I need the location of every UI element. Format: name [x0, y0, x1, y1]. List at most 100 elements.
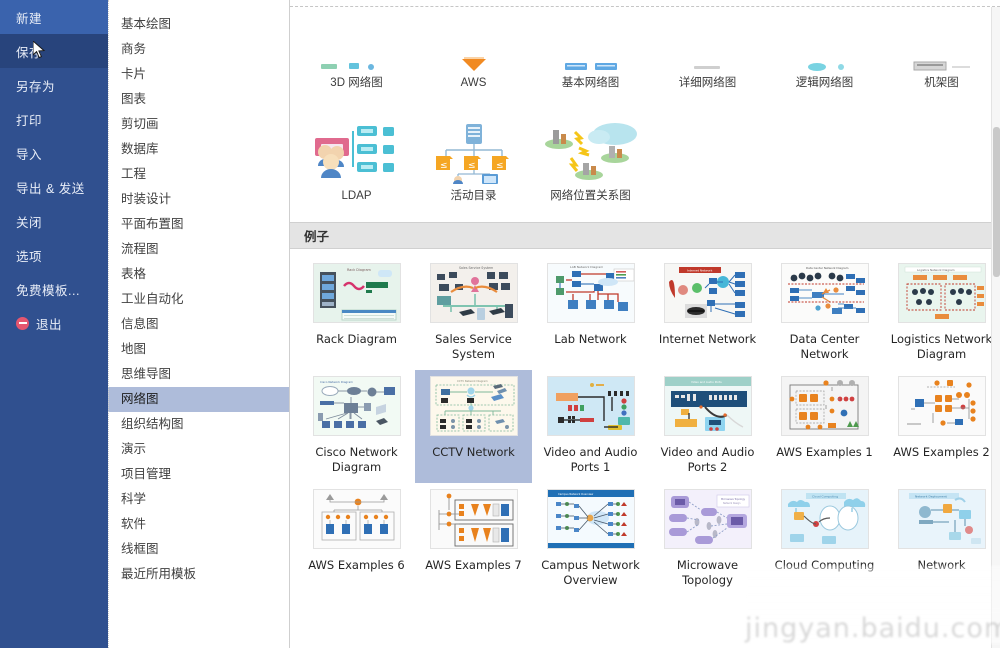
- category-label: 时装设计: [121, 192, 172, 206]
- category-item-engineering[interactable]: 工程: [108, 162, 289, 187]
- sales-service-system-thumb-icon: Sales Service System: [430, 264, 517, 322]
- category-item-org-chart[interactable]: 组织结构图: [108, 412, 289, 437]
- category-item-mind-map[interactable]: 思维导图: [108, 362, 289, 387]
- template-label: 逻辑网络图: [795, 77, 854, 89]
- category-label: 剪切画: [121, 117, 159, 131]
- example-label: Data Center Network: [789, 332, 860, 361]
- template-logical-network-diagram[interactable]: 逻辑网络图: [766, 7, 883, 100]
- category-item-industrial-automation[interactable]: 工业自动化: [108, 287, 289, 312]
- category-label: 工程: [121, 167, 147, 181]
- template-active-directory[interactable]: ≤ ≤ ≤ 活动目录: [415, 114, 532, 213]
- template-ldap[interactable]: LDAP: [298, 114, 415, 213]
- svg-text:Sales Service System: Sales Service System: [459, 266, 493, 270]
- lab-network-thumb-icon: LAB Network Diagram: [547, 264, 634, 322]
- category-item-map[interactable]: 地图: [108, 337, 289, 362]
- category-item-presentation[interactable]: 演示: [108, 437, 289, 462]
- sidebar-item-exit[interactable]: 退出: [0, 306, 108, 340]
- example-card[interactable]: Video and Audio Ports Video and Audio Po…: [649, 370, 766, 483]
- sidebar-item-label: 关闭: [16, 215, 43, 230]
- example-card[interactable]: Logistics Network Diagram Logistics Netw…: [883, 257, 1000, 370]
- example-card[interactable]: Video and Audio Ports 1: [532, 370, 649, 483]
- example-thumbnail: Campus Network Overview: [546, 489, 635, 549]
- sidebar-item-close[interactable]: 关闭: [0, 204, 108, 238]
- category-item-infographic[interactable]: 信息图: [108, 312, 289, 337]
- template-row-second: LDAP ≤ ≤ ≤ 活动目录 网络位置关系图: [290, 100, 1000, 213]
- sidebar-item-save[interactable]: 保存: [0, 34, 108, 68]
- sidebar-item-label: 新建: [16, 11, 43, 26]
- template-basic-network-diagram[interactable]: 基本网络图: [532, 7, 649, 100]
- example-card[interactable]: Internet Network Internet Network: [649, 257, 766, 370]
- category-item-basic-drawing[interactable]: 基本绘图: [108, 12, 289, 37]
- example-card[interactable]: AWS Examples 1: [766, 370, 883, 483]
- category-item-clipart[interactable]: 剪切画: [108, 112, 289, 137]
- example-label: Video and Audio Ports 2: [660, 445, 755, 474]
- example-card[interactable]: Campus Network Overview Campus Network O…: [532, 483, 649, 596]
- category-item-project-management[interactable]: 项目管理: [108, 462, 289, 487]
- example-card[interactable]: AWS Examples 6: [298, 483, 415, 596]
- example-label: Cloud Computing: [774, 558, 875, 572]
- category-label: 组织结构图: [121, 417, 184, 431]
- category-item-chart[interactable]: 图表: [108, 87, 289, 112]
- sidebar-item-new[interactable]: 新建: [0, 0, 108, 34]
- category-item-science[interactable]: 科学: [108, 487, 289, 512]
- category-item-recent-templates[interactable]: 最近所用模板: [108, 562, 289, 587]
- example-thumbnail: Logistics Network Diagram: [897, 263, 986, 323]
- category-label: 演示: [121, 442, 147, 456]
- svg-text:Rack Diagram: Rack Diagram: [347, 268, 372, 272]
- gallery-scrollbar[interactable]: [991, 7, 1000, 648]
- category-item-card[interactable]: 卡片: [108, 62, 289, 87]
- category-item-business[interactable]: 商务: [108, 37, 289, 62]
- example-card[interactable]: Cloud Computing Cloud Computing: [766, 483, 883, 596]
- column-divider: [108, 0, 109, 648]
- svg-text:Video and Audio Ports: Video and Audio Ports: [691, 380, 722, 384]
- examples-grid: Rack Diagram Rack Diagram Sales Service …: [290, 249, 1000, 596]
- example-card[interactable]: AWS Examples 7: [415, 483, 532, 596]
- rack-icon: [913, 61, 970, 71]
- sidebar-item-save-as[interactable]: 另存为: [0, 68, 108, 102]
- category-label: 工业自动化: [121, 292, 184, 306]
- category-item-flowchart[interactable]: 流程图: [108, 237, 289, 262]
- example-card[interactable]: Rack Diagram Rack Diagram: [298, 257, 415, 370]
- internet-network-thumb-icon: Internet Network: [664, 264, 751, 322]
- category-label: 思维导图: [121, 367, 172, 381]
- example-card[interactable]: AWS Examples 2: [883, 370, 1000, 483]
- scrollbar-thumb[interactable]: [993, 127, 1000, 277]
- example-card[interactable]: Microwave Topology Network Design Microw…: [649, 483, 766, 596]
- sidebar-item-export-send[interactable]: 导出 & 发送: [0, 170, 108, 204]
- active-directory-icon: ≤ ≤ ≤: [435, 124, 509, 184]
- example-card[interactable]: Cisco Network Diagram Cisco Network Diag…: [298, 370, 415, 483]
- example-thumbnail: Internet Network: [663, 263, 752, 323]
- category-item-wireframe[interactable]: 线框图: [108, 537, 289, 562]
- category-item-fashion-design[interactable]: 时装设计: [108, 187, 289, 212]
- application-window: 新建 保存 另存为 打印 导入 导出 & 发送 关闭 选项 免费模板... 退出: [0, 0, 1000, 648]
- category-item-floor-plan[interactable]: 平面布置图: [108, 212, 289, 237]
- category-label: 平面布置图: [121, 217, 184, 231]
- svg-text:Cisco Network Diagram: Cisco Network Diagram: [320, 380, 353, 384]
- template-rack-diagram[interactable]: 机架图: [883, 7, 1000, 100]
- svg-text:≤: ≤: [468, 161, 476, 171]
- template-thumbnail: [300, 120, 413, 184]
- example-label: Lab Network: [554, 332, 627, 346]
- category-item-form[interactable]: 表格: [108, 262, 289, 287]
- sidebar-item-options[interactable]: 选项: [0, 238, 108, 272]
- example-card-selected[interactable]: CCTV Network Diagram CCTV Network: [415, 370, 532, 483]
- example-card[interactable]: Data Center Network Diagram Data Center …: [766, 257, 883, 370]
- svg-text:Logistics Network Diagram: Logistics Network Diagram: [917, 268, 955, 272]
- example-thumbnail: Cisco Network Diagram: [312, 376, 401, 436]
- example-thumbnail: [546, 376, 635, 436]
- aws-examples-6-thumb-icon: [313, 490, 400, 548]
- sidebar-item-free-templates[interactable]: 免费模板...: [0, 272, 108, 306]
- template-network-location-diagram[interactable]: 网络位置关系图: [532, 114, 649, 213]
- example-card[interactable]: LAB Network Diagram Lab Network: [532, 257, 649, 370]
- sidebar-item-print[interactable]: 打印: [0, 102, 108, 136]
- category-item-software[interactable]: 软件: [108, 512, 289, 537]
- template-3d-network-diagram[interactable]: 3D 网络图: [298, 7, 415, 100]
- category-item-database[interactable]: 数据库: [108, 137, 289, 162]
- template-label: 活动目录: [450, 190, 497, 202]
- example-card[interactable]: Sales Service System Sales Service Syste…: [415, 257, 532, 370]
- sidebar-item-import[interactable]: 导入: [0, 136, 108, 170]
- example-card[interactable]: Network Deployment Network: [883, 483, 1000, 596]
- category-item-network-diagram[interactable]: 网络图: [108, 387, 289, 412]
- template-aws[interactable]: AWS: [415, 7, 532, 100]
- template-detailed-network-diagram[interactable]: 详细网络图: [649, 7, 766, 100]
